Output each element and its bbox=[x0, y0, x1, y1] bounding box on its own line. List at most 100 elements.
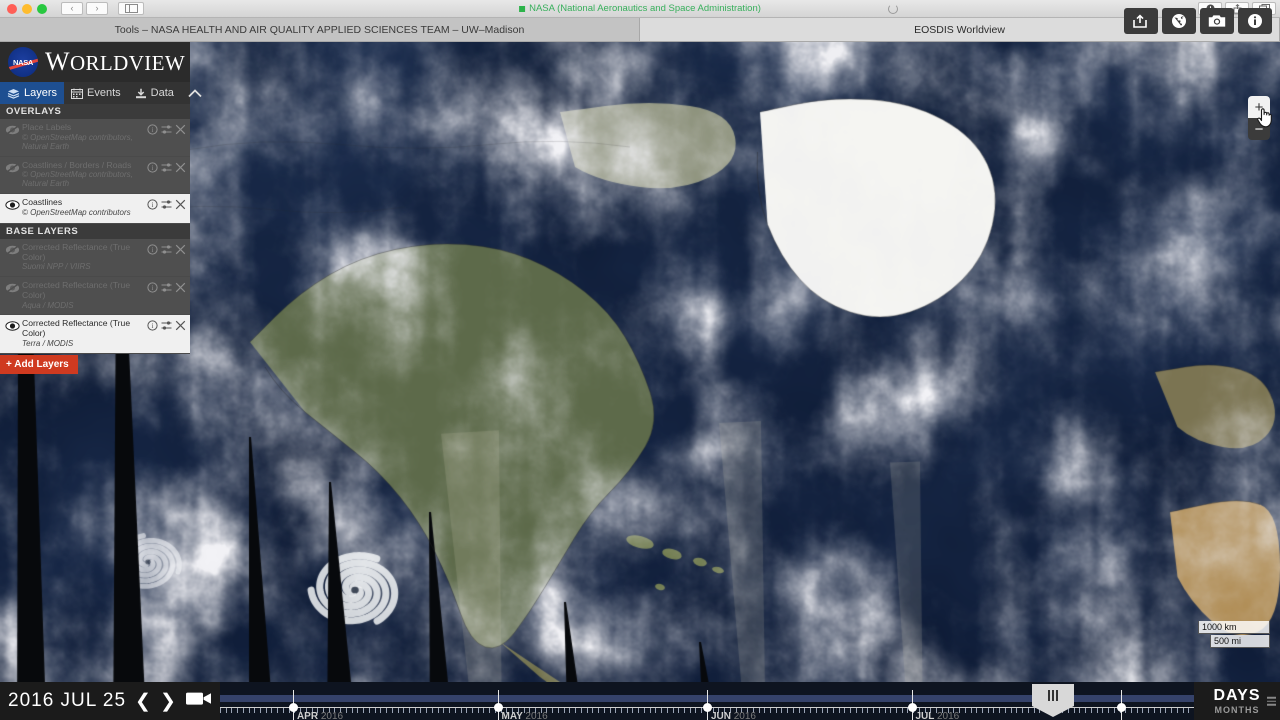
layer-attribution: © OpenStreetMap contributors, Natural Ea… bbox=[22, 132, 133, 151]
animate-button[interactable] bbox=[185, 690, 212, 712]
tab-events[interactable]: Events bbox=[64, 82, 128, 104]
previous-day-button[interactable]: ❮ bbox=[135, 692, 151, 711]
info-icon bbox=[1248, 14, 1262, 28]
layer-source: Suomi NPP / VIIRS bbox=[22, 262, 91, 272]
svg-text:i: i bbox=[152, 164, 154, 172]
opacity-icon[interactable] bbox=[161, 199, 172, 210]
close-icon[interactable] bbox=[175, 162, 186, 173]
overlays-section-title: OVERLAYS bbox=[0, 104, 190, 119]
opacity-icon[interactable] bbox=[161, 124, 172, 135]
share-icon bbox=[1133, 14, 1147, 28]
map-toolbar bbox=[1124, 8, 1272, 34]
visibility-toggle[interactable] bbox=[2, 319, 22, 332]
eye-visible-icon bbox=[4, 200, 20, 210]
visibility-toggle[interactable] bbox=[2, 123, 22, 135]
close-icon[interactable] bbox=[175, 124, 186, 135]
scale-bar: 1000 km 500 mi bbox=[1198, 621, 1270, 648]
url-text: NASA (National Aeronautics and Space Adm… bbox=[529, 3, 761, 14]
visibility-toggle[interactable] bbox=[2, 281, 22, 293]
opacity-icon[interactable] bbox=[161, 244, 172, 255]
visibility-toggle[interactable] bbox=[2, 161, 22, 173]
map-viewport[interactable] bbox=[0, 42, 1280, 720]
share-link-button[interactable] bbox=[1124, 8, 1158, 34]
timeline-zoom-primary: DAYS bbox=[1213, 687, 1261, 704]
globe-icon bbox=[1172, 14, 1186, 28]
timeline-track[interactable]: APR 2016 MAY 2016 JUN 2016 JUL 2016 bbox=[219, 682, 1194, 720]
timeline-drag-handle[interactable] bbox=[1031, 684, 1074, 717]
worldview-sidebar: NASA WORLDVIEW Layers Events Data OVERLA… bbox=[0, 42, 202, 374]
close-icon[interactable] bbox=[175, 199, 186, 210]
window-controls[interactable] bbox=[0, 3, 47, 14]
info-icon[interactable]: i bbox=[147, 320, 158, 332]
scale-imperial: 500 mi bbox=[1210, 635, 1270, 648]
tab-layers[interactable]: Layers bbox=[0, 82, 65, 104]
info-icon[interactable]: i bbox=[147, 282, 158, 293]
visibility-toggle[interactable] bbox=[2, 198, 22, 210]
sidebar-icon[interactable] bbox=[118, 2, 144, 15]
close-window-button[interactable] bbox=[7, 3, 17, 14]
layer-row[interactable]: Corrected Reflectance (True Color) Aqua … bbox=[0, 277, 190, 316]
info-button[interactable] bbox=[1238, 8, 1272, 34]
svg-text:i: i bbox=[152, 323, 154, 331]
opacity-icon[interactable] bbox=[161, 162, 172, 173]
browser-toolbar: ‹ › NASA (National Aeronautics and Space… bbox=[0, 0, 1280, 18]
close-icon[interactable] bbox=[175, 244, 186, 255]
timeline-zoom-selector[interactable]: DAYS MONTHS bbox=[1194, 682, 1280, 720]
layer-attribution: © OpenStreetMap contributors bbox=[22, 207, 131, 217]
tab-data[interactable]: Data bbox=[128, 82, 181, 104]
date-controls: 2016 JUL 25 ❮ ❯ bbox=[0, 682, 220, 720]
menu-lines-icon[interactable] bbox=[1267, 696, 1276, 706]
layer-title: Corrected Reflectance (True Color) bbox=[22, 242, 131, 262]
browser-tab-tools[interactable]: Tools – NASA HEALTH AND AIR QUALITY APPL… bbox=[0, 18, 640, 41]
layer-title: Coastlines / Borders / Roads bbox=[22, 159, 132, 170]
tab-bar: Tools – NASA HEALTH AND AIR QUALITY APPL… bbox=[0, 18, 1280, 42]
eye-hidden-icon bbox=[5, 125, 19, 135]
tab-data-label: Data bbox=[150, 87, 174, 99]
add-layers-button[interactable]: + Add Layers bbox=[0, 354, 78, 374]
maximize-window-button[interactable] bbox=[37, 3, 47, 14]
projection-button[interactable] bbox=[1162, 8, 1196, 34]
drag-handle-icon bbox=[1031, 684, 1074, 706]
forward-button[interactable]: › bbox=[86, 2, 108, 15]
download-icon bbox=[135, 88, 146, 98]
scale-metric: 1000 km bbox=[1198, 621, 1270, 634]
secure-lock-icon bbox=[519, 5, 526, 12]
back-button[interactable]: ‹ bbox=[61, 2, 83, 15]
mouse-cursor-icon bbox=[1256, 107, 1273, 134]
current-date: 2016 JUL 25 bbox=[8, 690, 127, 711]
layer-row[interactable]: Corrected Reflectance (True Color) Terra… bbox=[0, 315, 190, 354]
close-icon[interactable] bbox=[175, 282, 186, 293]
info-icon[interactable]: i bbox=[147, 124, 158, 135]
eye-hidden-icon bbox=[5, 283, 19, 293]
overlays-list: Place Labels © OpenStreetMap contributor… bbox=[0, 119, 190, 225]
layer-title: Corrected Reflectance (True Color) bbox=[22, 318, 131, 339]
base-layers-section-title: BASE LAYERS bbox=[0, 224, 190, 240]
visibility-toggle[interactable] bbox=[2, 243, 22, 255]
tab-events-label: Events bbox=[87, 87, 121, 99]
info-icon[interactable]: i bbox=[147, 199, 158, 210]
timeline-zoom-secondary: MONTHS bbox=[1214, 705, 1260, 715]
satellite-imagery[interactable] bbox=[0, 42, 1280, 720]
layer-row[interactable]: Coastlines / Borders / Roads © OpenStree… bbox=[0, 156, 190, 195]
minimize-window-button[interactable] bbox=[22, 3, 32, 14]
close-icon[interactable] bbox=[175, 320, 186, 331]
layer-title: Corrected Reflectance (True Color) bbox=[22, 280, 131, 300]
opacity-icon[interactable] bbox=[161, 320, 172, 331]
next-day-button[interactable]: ❯ bbox=[160, 692, 176, 711]
chevron-up-icon[interactable] bbox=[181, 82, 209, 104]
layers-icon bbox=[7, 88, 20, 99]
app-title: WORLDVIEW bbox=[45, 47, 185, 77]
layer-row[interactable]: Place Labels © OpenStreetMap contributor… bbox=[0, 119, 190, 157]
address-bar[interactable]: NASA (National Aeronautics and Space Adm… bbox=[519, 3, 761, 14]
reload-icon[interactable] bbox=[888, 4, 898, 14]
worldview-branding: NASA WORLDVIEW bbox=[0, 42, 190, 82]
info-icon[interactable]: i bbox=[147, 244, 158, 255]
info-icon[interactable]: i bbox=[147, 161, 158, 173]
layer-title: Place Labels bbox=[22, 122, 72, 132]
layer-title: Coastlines bbox=[22, 197, 63, 208]
opacity-icon[interactable] bbox=[161, 282, 172, 293]
layer-row[interactable]: Coastlines © OpenStreetMap contributors … bbox=[0, 194, 190, 225]
snapshot-button[interactable] bbox=[1200, 8, 1234, 34]
layer-row[interactable]: Corrected Reflectance (True Color) Suomi… bbox=[0, 239, 190, 278]
eye-hidden-icon bbox=[5, 162, 19, 173]
